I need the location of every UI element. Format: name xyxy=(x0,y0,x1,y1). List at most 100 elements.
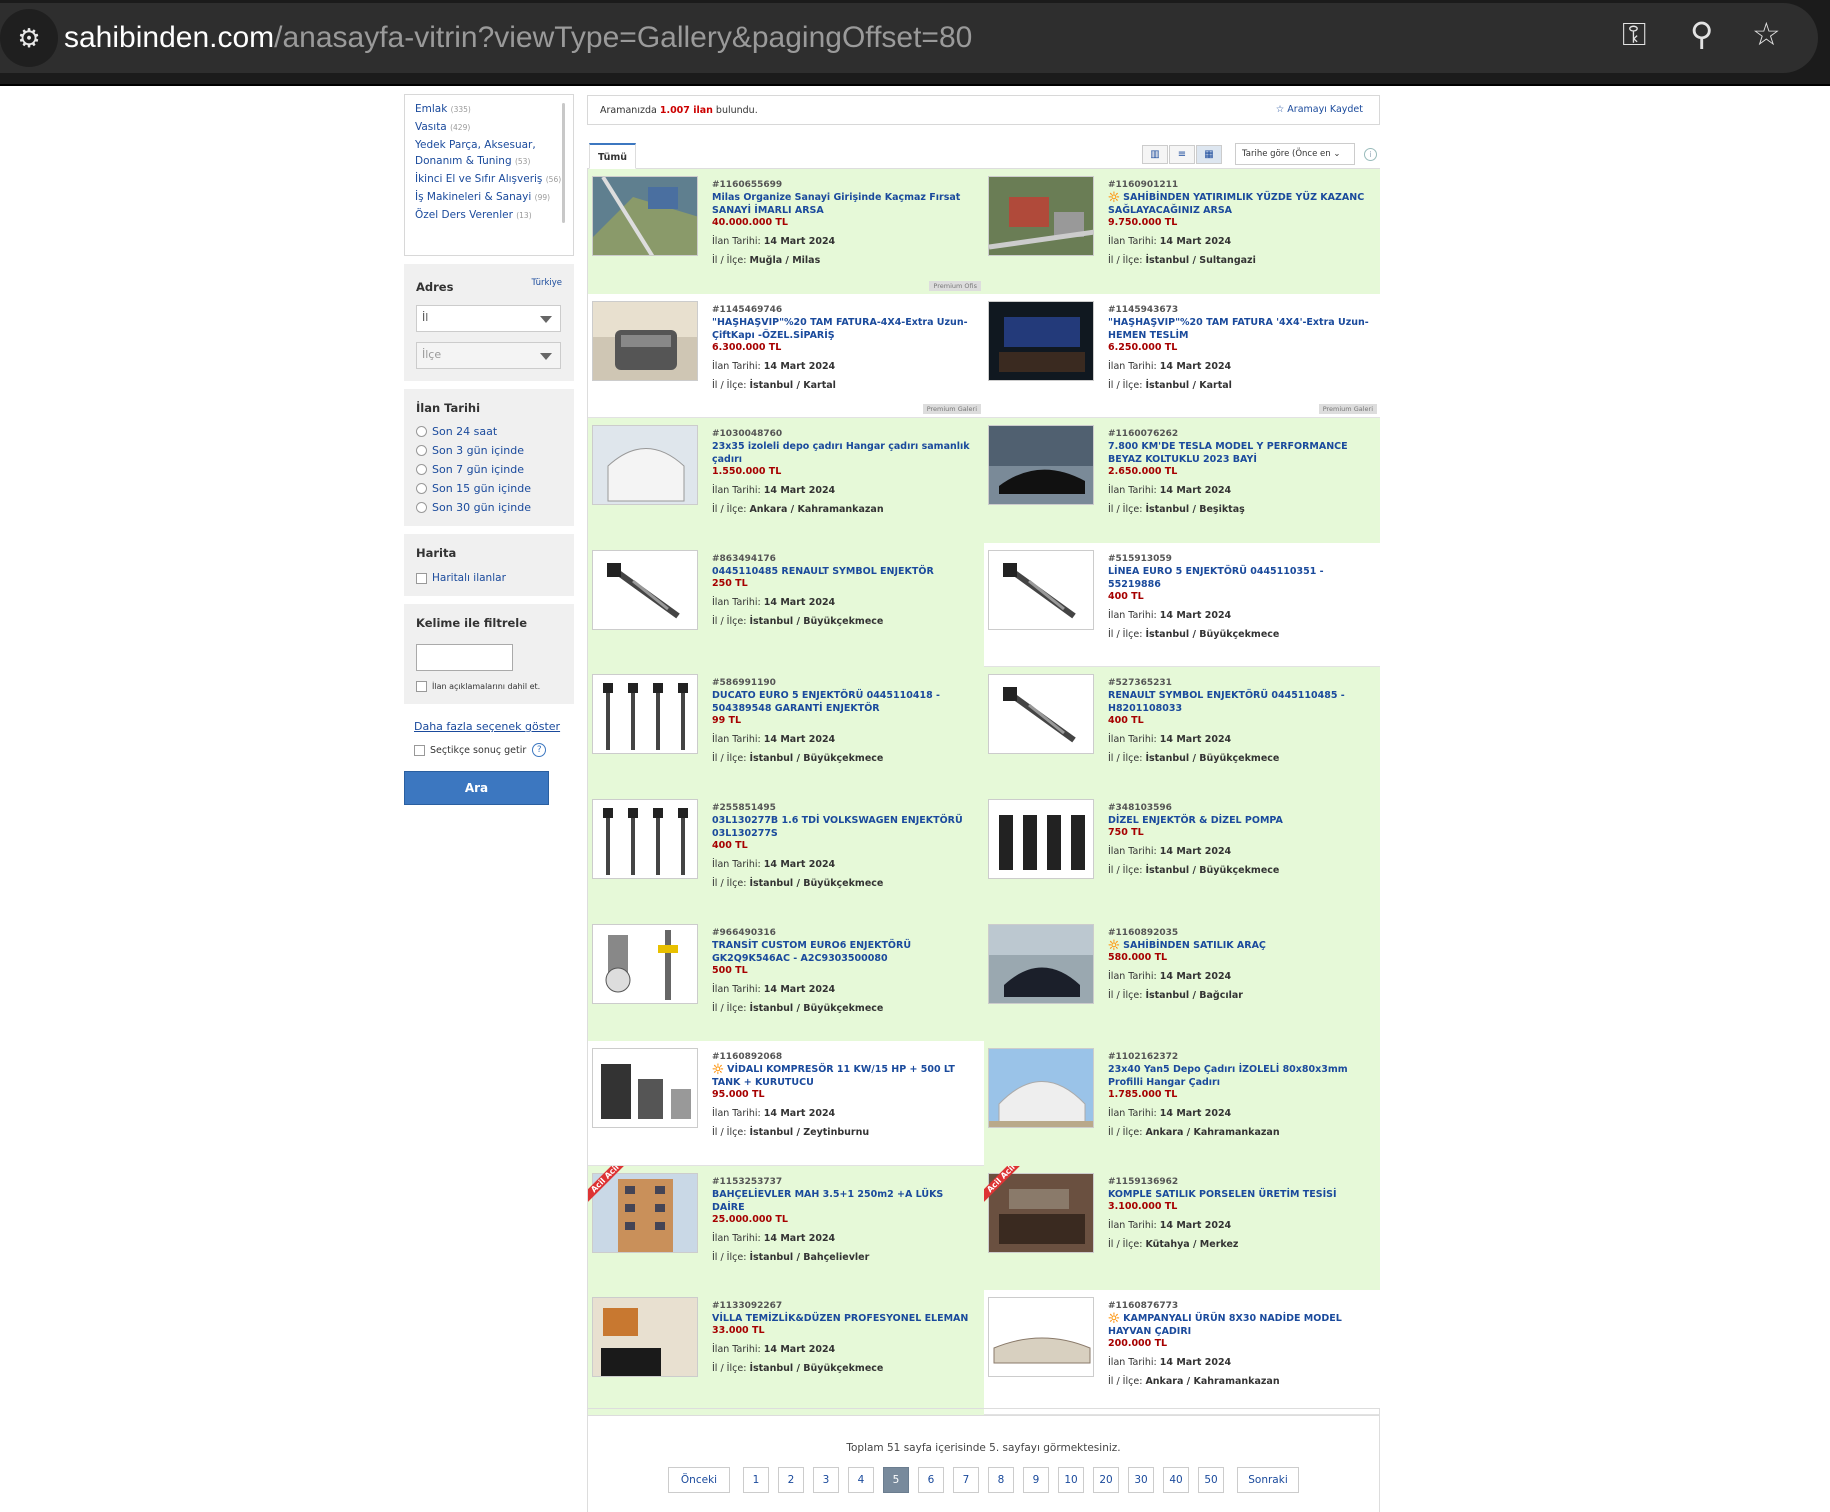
site-settings-icon[interactable]: ⚙ xyxy=(0,9,58,67)
info-icon[interactable]: i xyxy=(1364,148,1377,161)
listing-card[interactable]: #515913059 LİNEA EURO 5 ENJEKTÖRÜ 0445110… xyxy=(984,542,1380,668)
listing-thumbnail[interactable] xyxy=(988,1172,1094,1253)
listing-thumbnail[interactable] xyxy=(988,674,1094,755)
category-link[interactable]: İş Makineleri & Sanayi (99) xyxy=(415,189,563,206)
listing-title[interactable]: 03L130277B 1.6 TDİ VOLKSWAGEN ENJEKTÖRÜ … xyxy=(712,814,977,840)
listing-title[interactable]: 🔆 VİDALI KOMPRESÖR 11 KW/15 HP + 500 LT … xyxy=(712,1063,977,1089)
help-icon[interactable]: ? xyxy=(532,743,547,757)
listing-thumbnail[interactable] xyxy=(592,300,698,381)
listing-card[interactable]: #1160876773 🔆 KAMPANYALI ÜRÜN 8X30 NADİDE… xyxy=(984,1290,1380,1415)
radio-button[interactable] xyxy=(416,445,427,456)
listing-title[interactable]: 0445110485 RENAULT SYMBOL ENJEKTÖR xyxy=(712,565,977,578)
listing-card[interactable]: #1160901211 🔆 SAHİBİNDEN YATIRIMLIK YÜZDE… xyxy=(984,169,1380,294)
listing-thumbnail[interactable] xyxy=(592,674,698,755)
radio-button[interactable] xyxy=(416,502,427,513)
listing-thumbnail[interactable] xyxy=(592,549,698,630)
gallery-view-icon[interactable]: ▦ xyxy=(1196,145,1222,164)
page-button[interactable]: 50 xyxy=(1198,1467,1224,1493)
include-desc-row[interactable]: İlan açıklamalarını dahil et. xyxy=(416,681,562,692)
radio-button[interactable] xyxy=(416,464,427,475)
sort-select[interactable]: Tarihe göre (Önce en ⌄ xyxy=(1235,143,1355,165)
listing-card[interactable]: #1160892035 🔆 SAHİBİNDEN SATILIK ARAÇ 580.… xyxy=(984,916,1380,1042)
listing-card[interactable]: #1145469746 "HAŞHAŞVIP"%20 TAM FATURA-4X4… xyxy=(588,293,984,419)
page-button[interactable]: 10 xyxy=(1058,1467,1084,1493)
page-button[interactable]: 2 xyxy=(778,1467,804,1493)
listing-card[interactable]: #966490316 TRANSİT CUSTOM EURO6 ENJEKTÖRÜ… xyxy=(588,916,984,1042)
listing-card[interactable]: #586991190 DUCATO EURO 5 ENJEKTÖRÜ 044511… xyxy=(588,667,984,792)
date-option[interactable]: Son 15 gün içinde xyxy=(416,482,562,495)
page-button[interactable]: 9 xyxy=(1023,1467,1049,1493)
table-view-icon[interactable]: ▥ xyxy=(1142,145,1168,164)
category-link[interactable]: İkinci El ve Sıfır Alışveriş (56) xyxy=(415,171,563,188)
page-button[interactable]: 7 xyxy=(953,1467,979,1493)
listing-thumbnail[interactable] xyxy=(988,798,1094,879)
listing-thumbnail[interactable] xyxy=(988,300,1094,381)
listing-card[interactable]: #348103596 DİZEL ENJEKTÖR & DİZEL POMPA 75… xyxy=(984,791,1380,917)
key-icon[interactable]: ⚿ xyxy=(1622,14,1646,54)
page-button[interactable]: 20 xyxy=(1093,1467,1119,1493)
listing-thumbnail[interactable] xyxy=(988,1297,1094,1378)
listing-card[interactable]: #863494176 0445110485 RENAULT SYMBOL ENJE… xyxy=(588,542,984,668)
keyword-input[interactable] xyxy=(416,644,513,671)
listing-card[interactable]: #1160892068 🔆 VİDALI KOMPRESÖR 11 KW/15 H… xyxy=(588,1041,984,1166)
listing-card[interactable]: #527365231 RENAULT SYMBOL ENJEKTÖRÜ 04451… xyxy=(984,667,1380,792)
page-button[interactable]: 40 xyxy=(1163,1467,1189,1493)
listing-title[interactable]: 7.800 KM'DE TESLA MODEL Y PERFORMANCE BE… xyxy=(1108,440,1373,466)
ilce-select[interactable]: İlçe xyxy=(416,342,561,369)
instant-results-row[interactable]: Seçtikçe sonuç getir ? xyxy=(414,743,574,757)
listing-title[interactable]: DUCATO EURO 5 ENJEKTÖRÜ 0445110418 - 504… xyxy=(712,689,977,715)
date-option[interactable]: Son 7 gün içinde xyxy=(416,463,562,476)
il-select[interactable]: İl xyxy=(416,305,561,332)
listing-thumbnail[interactable] xyxy=(988,549,1094,630)
listing-title[interactable]: 23x35 izoleli depo çadırı Hangar çadırı … xyxy=(712,440,977,466)
page-button[interactable]: 6 xyxy=(918,1467,944,1493)
listing-title[interactable]: LİNEA EURO 5 ENJEKTÖRÜ 0445110351 - 5521… xyxy=(1108,565,1373,591)
listing-title[interactable]: DİZEL ENJEKTÖR & DİZEL POMPA xyxy=(1108,814,1373,827)
listing-thumbnail[interactable] xyxy=(592,923,698,1004)
date-option[interactable]: Son 24 saat xyxy=(416,425,562,438)
listing-title[interactable]: RENAULT SYMBOL ENJEKTÖRÜ 0445110485 - H8… xyxy=(1108,689,1373,715)
map-checkbox-row[interactable]: Haritalı ilanlar xyxy=(416,572,562,584)
listing-thumbnail[interactable] xyxy=(988,1048,1094,1129)
category-link[interactable]: Vasıta (429) xyxy=(415,119,563,136)
category-link[interactable]: Emlak (335) xyxy=(415,101,563,118)
next-page-button[interactable]: Sonraki xyxy=(1237,1467,1299,1493)
previous-page-button[interactable]: Önceki xyxy=(668,1467,730,1493)
listing-card[interactable]: #1102162372 23x40 Yan5 Depo Çadırı İZOLEL… xyxy=(984,1041,1380,1166)
page-button[interactable]: 5 xyxy=(883,1467,909,1493)
radio-button[interactable] xyxy=(416,426,427,437)
listing-title[interactable]: BAHÇELİEVLER MAH 3.5+1 250m2 +A LÜKS DAİ… xyxy=(712,1188,977,1214)
search-button[interactable]: Ara xyxy=(404,771,549,805)
page-button[interactable]: 30 xyxy=(1128,1467,1154,1493)
listing-thumbnail[interactable] xyxy=(592,425,698,506)
listing-title[interactable]: Milas Organize Sanayi Girişinde Kaçmaz F… xyxy=(712,191,977,217)
listing-thumbnail[interactable] xyxy=(592,798,698,879)
list-view-icon[interactable]: ≡ xyxy=(1169,145,1195,164)
page-button[interactable]: 8 xyxy=(988,1467,1014,1493)
include-desc-checkbox[interactable] xyxy=(416,681,427,692)
instant-results-checkbox[interactable] xyxy=(414,744,425,756)
category-link[interactable]: Özel Ders Verenler (13) xyxy=(415,207,563,224)
listing-thumbnail[interactable] xyxy=(592,1297,698,1378)
listing-title[interactable]: VİLLA TEMİZLİK&DÜZEN PROFESYONEL ELEMAN xyxy=(712,1312,977,1325)
map-checkbox[interactable] xyxy=(416,572,427,584)
listing-card[interactable]: #255851495 03L130277B 1.6 TDİ VOLKSWAGEN … xyxy=(588,791,984,917)
listing-card[interactable]: Acil Acil #1159136962 KOMPLE SATILIK PORSE… xyxy=(984,1165,1380,1291)
zoom-icon[interactable]: ⚲ xyxy=(1690,14,1713,54)
listing-title[interactable]: TRANSİT CUSTOM EURO6 ENJEKTÖRÜ GK2Q9K546… xyxy=(712,939,977,965)
listing-thumbnail[interactable] xyxy=(592,1048,698,1129)
listing-thumbnail[interactable] xyxy=(988,176,1094,256)
listing-title[interactable]: 23x40 Yan5 Depo Çadırı İZOLELİ 80x80x3mm… xyxy=(1108,1063,1373,1089)
more-options-link[interactable]: Daha fazla seçenek göster xyxy=(414,720,574,733)
page-button[interactable]: 1 xyxy=(743,1467,769,1493)
listing-thumbnail[interactable] xyxy=(592,1172,698,1253)
listing-card[interactable]: #1145943673 "HAŞHAŞVIP"%20 TAM FATURA '4X… xyxy=(984,293,1380,419)
address-bar[interactable]: ⚙ sahibinden.com/anasayfa-vitrin?viewTyp… xyxy=(0,3,1818,73)
listing-card[interactable]: #1133092267 VİLLA TEMİZLİK&DÜZEN PROFESYO… xyxy=(588,1290,984,1415)
listing-title[interactable]: 🔆 KAMPANYALI ÜRÜN 8X30 NADİDE MODEL HAYV… xyxy=(1108,1312,1373,1338)
listing-card[interactable]: #1160655699 Milas Organize Sanayi Girişin… xyxy=(588,169,984,294)
date-option[interactable]: Son 30 gün içinde xyxy=(416,501,562,514)
star-icon[interactable]: ☆ xyxy=(1752,14,1781,54)
listing-thumbnail[interactable] xyxy=(592,176,698,256)
listing-thumbnail[interactable] xyxy=(988,923,1094,1004)
